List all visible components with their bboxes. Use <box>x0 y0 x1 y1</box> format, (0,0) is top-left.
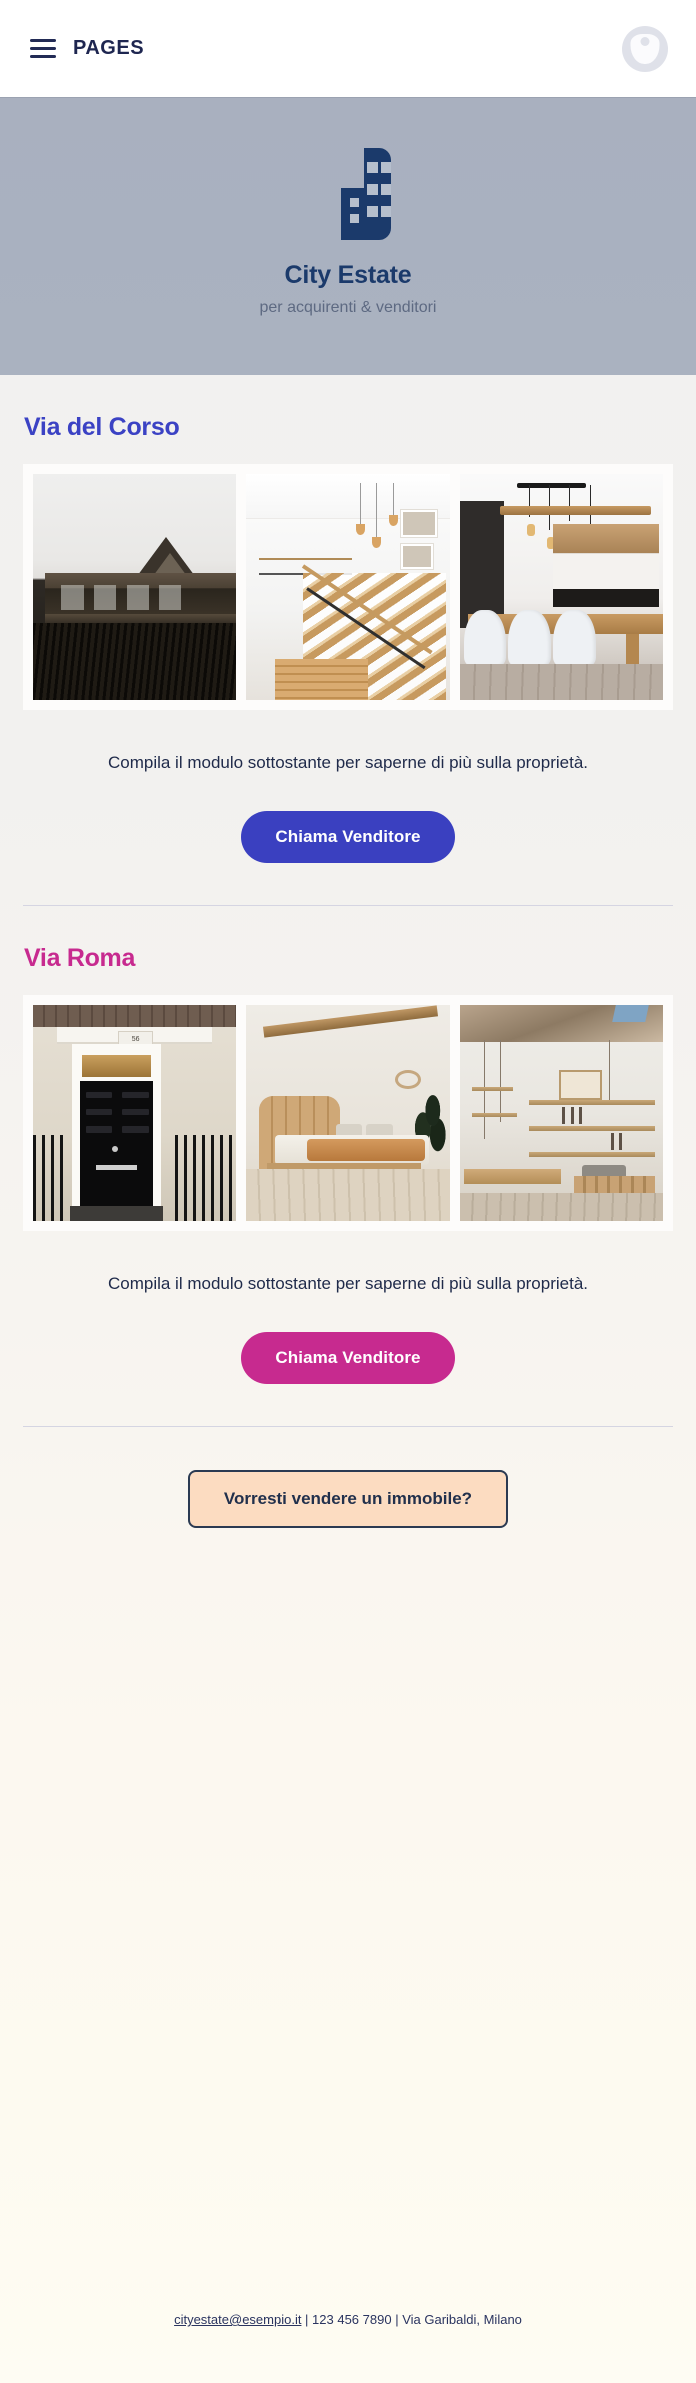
pendant-cord <box>392 483 394 515</box>
ceiling-beam <box>262 1005 438 1038</box>
footer-separator: | <box>391 2312 403 2327</box>
pendant-lamp <box>356 523 366 535</box>
book <box>578 1106 582 1124</box>
photo-dining-table-kitchen[interactable] <box>459 474 663 700</box>
door-panel <box>85 1126 113 1133</box>
hero-banner: City Estate per acquirenti & venditori <box>0 97 696 375</box>
wooden-light-beam <box>500 505 651 515</box>
black-front-door <box>79 1080 153 1207</box>
sell-cta-container: Vorresti vendere un immobile? <box>0 1427 696 1529</box>
iron-railing <box>175 1134 237 1222</box>
sell-property-button[interactable]: Vorresti vendere un immobile? <box>187 1470 509 1529</box>
bulb-cord <box>569 485 571 522</box>
kitchen-counter <box>553 589 659 608</box>
door-panel <box>85 1108 113 1116</box>
house-foreground-grass <box>33 623 237 700</box>
door-panel <box>85 1091 113 1099</box>
dining-dark-wall <box>459 501 505 628</box>
top-navigation-bar: PAGES <box>0 0 696 97</box>
pendant-cord <box>376 483 378 538</box>
hanging-rope <box>500 1039 502 1122</box>
photo-modern-timber-house-exterior[interactable] <box>33 474 237 700</box>
house-window <box>126 584 149 610</box>
property-gallery <box>23 464 673 710</box>
property-section-2: Via Roma 56 Compila il modulo sottostant… <box>0 906 696 1426</box>
transom-fanlight <box>79 1052 153 1079</box>
book <box>562 1106 566 1124</box>
property-blurb: Compila il modulo sottostante per sapern… <box>107 753 589 772</box>
wall-art-frame <box>400 544 434 569</box>
pendant-lamp <box>388 514 398 526</box>
call-seller-button[interactable]: Chiama Venditore <box>241 811 455 864</box>
footer-phone: 123 456 7890 <box>312 2312 392 2327</box>
footer-address: Via Garibaldi, Milano <box>402 2312 522 2327</box>
door-step <box>69 1206 164 1222</box>
wall-shelf <box>528 1126 655 1132</box>
white-cabinet <box>553 553 659 590</box>
dining-floor <box>459 663 663 700</box>
upper-wood-cabinet <box>553 523 659 554</box>
property-blurb: Compila il modulo sottostante per sapern… <box>107 1274 589 1294</box>
light-fixture-bar <box>516 483 586 489</box>
wall-shelf <box>528 1100 655 1106</box>
hanging-rope <box>609 1039 611 1101</box>
skylight-opening <box>612 1005 649 1023</box>
property-title: Via Roma <box>24 944 136 973</box>
wall-art-frame <box>400 510 438 538</box>
book <box>619 1132 623 1150</box>
brand-label: PAGES <box>73 37 145 59</box>
iron-railing <box>33 1134 68 1222</box>
property-title: Via del Corso <box>24 413 180 441</box>
dining-chair <box>553 609 596 669</box>
framed-map <box>559 1069 602 1101</box>
property-section-1: Via del Corso Compila il modulo sottosta… <box>0 375 696 905</box>
hamburger-menu-icon[interactable] <box>30 39 56 58</box>
house-window <box>93 584 117 610</box>
photo-boho-bedroom[interactable] <box>246 1005 450 1222</box>
pendant-cord <box>360 483 362 524</box>
dining-chair <box>463 609 507 669</box>
hero-title: City Estate <box>284 261 412 289</box>
bottom-steps <box>274 659 369 700</box>
door-panel <box>122 1108 149 1116</box>
photo-black-townhouse-door[interactable]: 56 <box>33 1005 237 1222</box>
book <box>570 1106 574 1124</box>
pendant-lamp <box>372 537 382 549</box>
footer: cityestate@esempio.it | 123 456 7890 | V… <box>0 2312 696 2327</box>
user-avatar-icon[interactable] <box>622 25 668 72</box>
photo-white-interior-staircase[interactable] <box>246 474 450 700</box>
hamburger-line <box>30 47 56 50</box>
wall-shelf <box>471 1087 513 1092</box>
cta-container: Chiama Venditore <box>23 811 673 905</box>
loft-floor <box>459 1193 663 1222</box>
letter-slot <box>96 1164 137 1170</box>
wall-shelf <box>471 1113 517 1118</box>
hamburger-line <box>30 55 56 58</box>
door-panel <box>122 1091 149 1099</box>
hero-subtitle: per acquirenti & venditori <box>259 299 437 316</box>
balcony-rail <box>258 557 353 560</box>
house-window <box>159 584 182 610</box>
hamburger-line <box>30 39 56 42</box>
house-window <box>61 584 84 610</box>
door-panel <box>122 1126 149 1133</box>
footer-separator: | <box>301 2312 313 2327</box>
door-knob <box>112 1145 119 1152</box>
bedroom-floor <box>246 1169 450 1222</box>
work-bench <box>463 1169 562 1185</box>
ochre-throw-blanket <box>307 1139 426 1161</box>
book <box>611 1132 615 1150</box>
footer-email-link[interactable]: cityestate@esempio.it <box>174 2312 301 2327</box>
photo-loft-workshop-shelves[interactable] <box>459 1005 663 1222</box>
cta-container: Chiama Venditore <box>23 1332 673 1426</box>
edison-bulb <box>526 523 535 536</box>
property-gallery: 56 <box>23 995 673 1232</box>
call-seller-button[interactable]: Chiama Venditore <box>241 1332 455 1385</box>
wall-shelf <box>528 1152 655 1158</box>
page-root: PAGES City Estate per acquirenti & vendi… <box>0 0 696 2383</box>
dining-chair <box>508 609 552 669</box>
brick-course <box>33 1005 237 1027</box>
buildings-logo-icon <box>341 148 391 240</box>
